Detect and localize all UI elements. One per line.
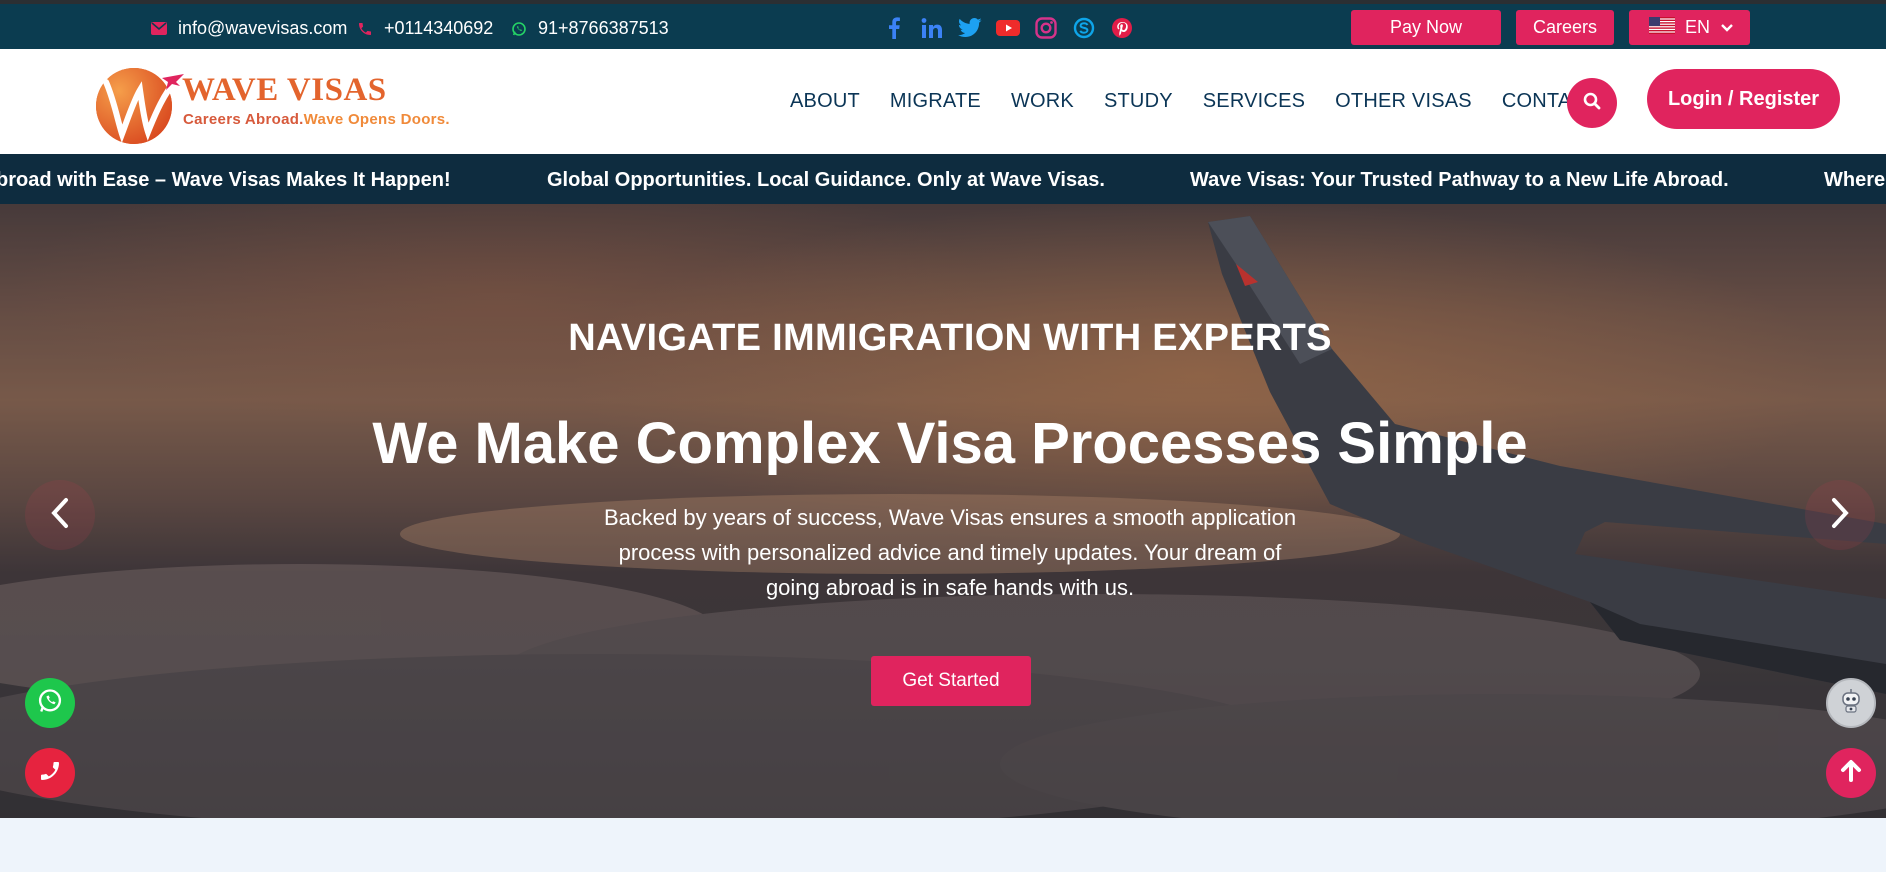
- careers-label: Careers: [1532, 17, 1598, 37]
- twitter-icon[interactable]: [958, 16, 982, 40]
- scroll-to-top-button[interactable]: [1826, 748, 1876, 798]
- nav-work[interactable]: WORK: [1011, 90, 1074, 113]
- chevron-left-icon: [50, 497, 70, 534]
- tagline-part-a: Careers Abroad.: [183, 111, 304, 128]
- pay-now-label: Pay Now: [1389, 17, 1463, 37]
- nav-study[interactable]: STUDY: [1104, 90, 1173, 113]
- search-icon: [1582, 91, 1602, 116]
- hero-subtext: Backed by years of success, Wave Visas e…: [603, 505, 1297, 600]
- whatsapp-float-button[interactable]: [25, 678, 75, 728]
- top-bar: info@wavevisas.com +0114340692 91+876638…: [0, 0, 1886, 49]
- chatbot-button[interactable]: [1826, 678, 1876, 728]
- ticker-item: Wave Visas: Your Trusted Pathway to a Ne…: [1190, 169, 1729, 191]
- skype-icon[interactable]: [1072, 16, 1096, 40]
- ticker-item: Global Opportunities. Local Guidance. On…: [547, 169, 1105, 191]
- next-section-background: [0, 818, 1886, 872]
- pay-now-button[interactable]: Pay Now: [1351, 10, 1501, 45]
- next-slide-button[interactable]: [1805, 480, 1875, 550]
- facebook-icon[interactable]: [882, 16, 906, 40]
- arrow-up-icon: [1838, 758, 1864, 789]
- prev-slide-button[interactable]: [25, 480, 95, 550]
- get-started-button[interactable]: Get Started: [871, 656, 1031, 706]
- hero-content: NAVIGATE IMMIGRATION WITH EXPERTS We Mak…: [0, 204, 1886, 818]
- ticker-item: Where: [1824, 169, 1886, 191]
- envelope-icon: [150, 20, 168, 38]
- get-started-label: Get Started: [902, 670, 1000, 691]
- call-float-button[interactable]: [25, 748, 75, 798]
- whatsapp-icon: [510, 20, 528, 38]
- hero-slider: NAVIGATE IMMIGRATION WITH EXPERTS We Mak…: [0, 204, 1886, 818]
- whatsapp-contact[interactable]: 91+8766387513: [510, 18, 669, 39]
- tagline-part-b: Wave Opens Doors.: [303, 111, 450, 128]
- nav-services[interactable]: SERVICES: [1203, 90, 1305, 113]
- nav-other-visas[interactable]: OTHER VISAS: [1335, 90, 1472, 113]
- hero-kicker: NAVIGATE IMMIGRATION WITH EXPERTS: [568, 317, 1332, 359]
- whatsapp-text[interactable]: 91+8766387513: [538, 18, 669, 39]
- robot-icon: [1836, 686, 1866, 721]
- language-selector[interactable]: EN: [1629, 10, 1750, 45]
- phone-contact[interactable]: +0114340692: [356, 18, 493, 39]
- phone-icon: [38, 759, 62, 788]
- login-register-button[interactable]: Login / Register: [1647, 69, 1840, 129]
- youtube-icon[interactable]: [996, 16, 1020, 40]
- announcement-ticker: broad with Ease – Wave Visas Makes It Ha…: [0, 154, 1886, 204]
- logo-title: WAVE VISAS: [182, 72, 387, 108]
- social-links: [882, 16, 1134, 40]
- phone-text[interactable]: +0114340692: [384, 18, 493, 39]
- instagram-icon[interactable]: [1034, 16, 1058, 40]
- logo-tagline: Careers Abroad.Wave Opens Doors.: [183, 111, 450, 128]
- linkedin-icon[interactable]: [920, 16, 944, 40]
- nav-migrate[interactable]: MIGRATE: [890, 90, 981, 113]
- ticker-item: broad with Ease – Wave Visas Makes It Ha…: [0, 169, 451, 191]
- pinterest-icon[interactable]: [1110, 16, 1134, 40]
- whatsapp-icon: [36, 687, 64, 720]
- wave-logo-icon: [96, 68, 184, 144]
- chevron-right-icon: [1830, 497, 1850, 534]
- us-flag-icon: [1649, 16, 1675, 39]
- site-header: WAVE VISAS Careers Abroad.Wave Opens Doo…: [0, 49, 1886, 154]
- careers-button[interactable]: Careers: [1516, 10, 1614, 45]
- chevron-down-icon: [1720, 17, 1734, 38]
- hero-headline: We Make Complex Visa Processes Simple: [372, 411, 1528, 476]
- language-label: EN: [1685, 17, 1711, 37]
- nav-about[interactable]: ABOUT: [790, 90, 860, 113]
- email-contact[interactable]: info@wavevisas.com: [150, 18, 347, 39]
- site-logo[interactable]: WAVE VISAS Careers Abroad.Wave Opens Doo…: [92, 62, 472, 144]
- login-register-label: Login / Register: [1667, 87, 1820, 110]
- search-button[interactable]: [1567, 78, 1617, 128]
- phone-icon: [356, 20, 374, 38]
- email-text[interactable]: info@wavevisas.com: [178, 18, 347, 39]
- main-nav: ABOUT MIGRATE WORK STUDY SERVICES OTHER …: [790, 90, 1598, 113]
